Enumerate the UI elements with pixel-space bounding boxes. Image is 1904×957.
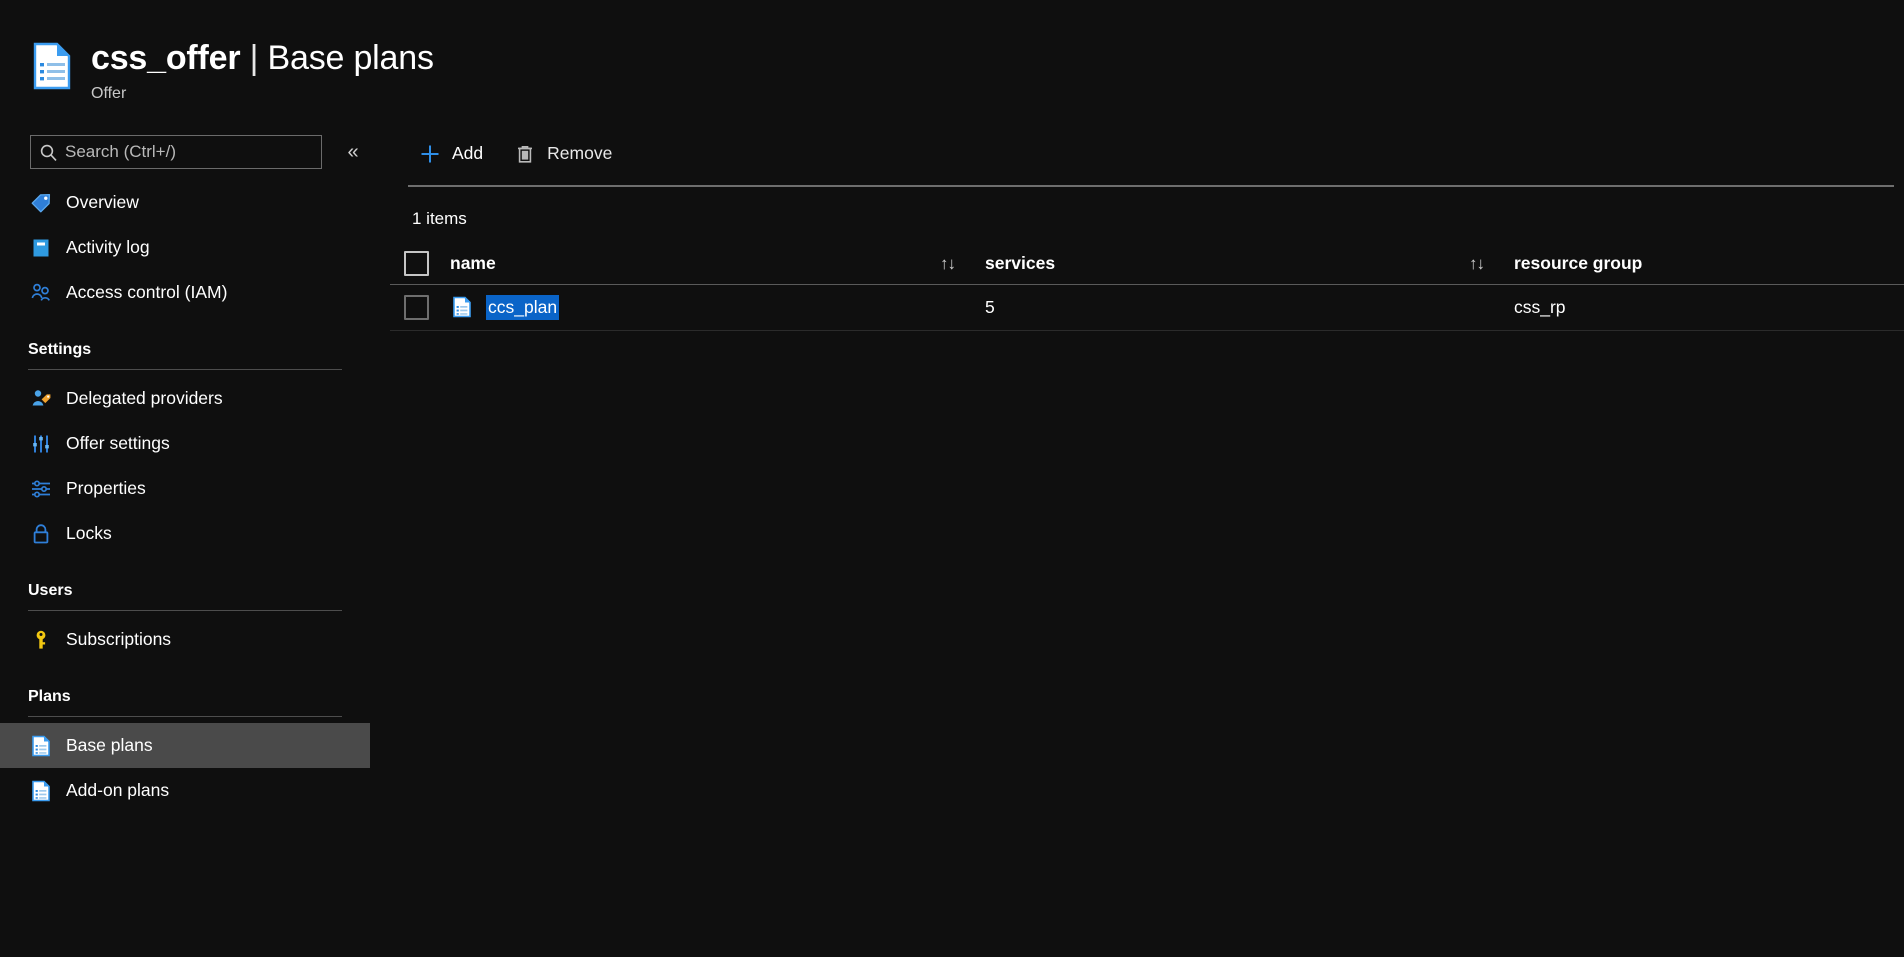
plans-table: name ↑↓ services ↑↓ resource group xyxy=(390,243,1904,331)
remove-button[interactable]: Remove xyxy=(501,135,624,173)
sliders-vertical-icon xyxy=(28,431,54,457)
sidebar-item-label: Delegated providers xyxy=(66,388,223,409)
page-title-separator: | xyxy=(240,39,267,77)
sidebar-group-users-items: Subscriptions xyxy=(0,617,390,662)
plan-name-link[interactable]: ccs_plan xyxy=(486,295,559,320)
add-button-label: Add xyxy=(452,145,483,163)
sidebar-item-label: Locks xyxy=(66,523,112,544)
column-header-label: resource group xyxy=(1514,253,1642,274)
sidebar-group-plans: Plans xyxy=(0,688,370,717)
blade-header: css_offer | Base plans Offer xyxy=(0,0,1904,128)
cell-name[interactable]: ccs_plan xyxy=(450,295,940,321)
column-header-label: name xyxy=(450,253,496,274)
sidebar-search-row: « xyxy=(0,128,390,176)
collapse-sidebar-button[interactable]: « xyxy=(336,135,370,169)
page-title: css_offer | Base plans xyxy=(91,38,434,78)
column-header-services[interactable]: services xyxy=(982,253,1469,274)
title-block: css_offer | Base plans Offer xyxy=(91,38,434,104)
tag-icon xyxy=(28,190,54,216)
sidebar-item-label: Offer settings xyxy=(66,433,170,454)
sidebar-item-label: Activity log xyxy=(66,237,150,258)
sidebar-item-offer-settings[interactable]: Offer settings xyxy=(0,421,370,466)
cell-resource-group: css_rp xyxy=(1511,297,1841,318)
search-input[interactable] xyxy=(65,142,313,162)
resource-group-value: css_rp xyxy=(1514,297,1566,318)
items-count-label: 1 items xyxy=(390,187,1904,229)
sort-icon: ↑↓ xyxy=(940,254,955,274)
sidebar-group-settings-items: Delegated providers Offer settings xyxy=(0,376,390,556)
select-all-checkbox[interactable] xyxy=(404,251,429,276)
sidebar-item-base-plans[interactable]: Base plans xyxy=(0,723,370,768)
sidebar-item-access-control[interactable]: Access control (IAM) xyxy=(0,270,370,315)
sidebar-item-subscriptions[interactable]: Subscriptions xyxy=(0,617,370,662)
plan-document-icon xyxy=(28,733,54,759)
sidebar-item-label: Access control (IAM) xyxy=(66,282,227,303)
row-checkbox[interactable] xyxy=(404,295,429,320)
column-header-name[interactable]: name xyxy=(450,253,940,274)
plan-document-icon xyxy=(450,295,476,321)
sidebar-item-label: Add-on plans xyxy=(66,780,169,801)
divider xyxy=(28,369,342,370)
column-header-resource-group[interactable]: resource group xyxy=(1511,253,1841,274)
sidebar-item-label: Subscriptions xyxy=(66,629,171,650)
azure-portal-blade: css_offer | Base plans Offer « xyxy=(0,0,1904,957)
sidebar-item-activity-log[interactable]: Activity log xyxy=(0,225,370,270)
page-subtitle: Offer xyxy=(91,84,434,104)
add-button[interactable]: Add xyxy=(406,135,495,173)
people-icon xyxy=(28,280,54,306)
activity-log-icon xyxy=(28,235,54,261)
cell-services: 5 xyxy=(982,297,1469,318)
sort-icon: ↑↓ xyxy=(1469,254,1484,274)
row-select-cell xyxy=(404,295,450,320)
divider xyxy=(28,716,342,717)
trash-icon xyxy=(513,142,537,166)
search-box[interactable] xyxy=(30,135,322,169)
sidebar-group-users: Users xyxy=(0,582,370,611)
sort-name-column[interactable]: ↑↓ xyxy=(940,254,982,274)
sidebar-item-label: Base plans xyxy=(66,735,153,756)
lock-icon xyxy=(28,521,54,547)
sidebar-nav-top: Overview Activity log xyxy=(0,180,390,315)
page-title-section: Base plans xyxy=(268,39,434,77)
sidebar-group-title: Settings xyxy=(28,341,370,359)
sidebar-item-delegated-providers[interactable]: Delegated providers xyxy=(0,376,370,421)
sidebar-group-settings: Settings xyxy=(0,341,370,370)
services-value: 5 xyxy=(985,297,995,318)
sidebar-item-label: Overview xyxy=(66,192,139,213)
sidebar-item-properties[interactable]: Properties xyxy=(0,466,370,511)
sliders-horizontal-icon xyxy=(28,476,54,502)
table-row[interactable]: ccs_plan 5 css_rp xyxy=(390,285,1904,331)
delegated-providers-icon xyxy=(28,386,54,412)
divider xyxy=(28,610,342,611)
command-toolbar: Add Remove xyxy=(390,128,1904,180)
sidebar: « Overview Activit xyxy=(0,128,390,957)
sidebar-item-locks[interactable]: Locks xyxy=(0,511,370,556)
plus-icon xyxy=(418,142,442,166)
sidebar-group-plans-items: Base plans Add-on plans xyxy=(0,723,390,813)
search-icon xyxy=(39,143,58,162)
sidebar-group-title: Plans xyxy=(28,688,370,706)
key-icon xyxy=(28,627,54,653)
offer-document-icon xyxy=(31,42,73,90)
sidebar-group-title: Users xyxy=(28,582,370,600)
sidebar-item-label: Properties xyxy=(66,478,146,499)
plan-document-icon xyxy=(28,778,54,804)
column-header-label: services xyxy=(985,253,1055,274)
remove-button-label: Remove xyxy=(547,145,612,163)
sort-services-column[interactable]: ↑↓ xyxy=(1469,254,1511,274)
main-content: Add Remove 1 items xyxy=(390,128,1904,957)
sidebar-item-overview[interactable]: Overview xyxy=(0,180,370,225)
select-all-cell xyxy=(404,251,450,276)
sidebar-item-add-on-plans[interactable]: Add-on plans xyxy=(0,768,370,813)
page-title-resource: css_offer xyxy=(91,39,240,77)
table-header-row: name ↑↓ services ↑↓ resource group xyxy=(390,243,1904,285)
